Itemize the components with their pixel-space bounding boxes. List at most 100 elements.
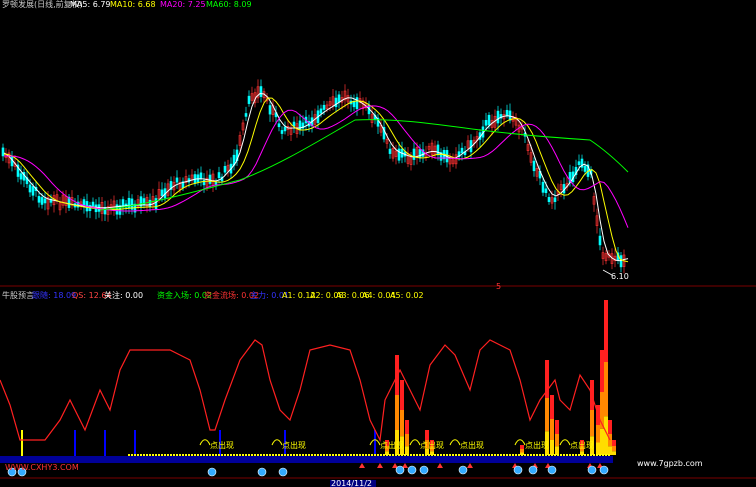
candle-body [436, 144, 440, 156]
candle-body [577, 161, 581, 166]
candle-body [244, 113, 248, 117]
candle-body [160, 189, 164, 197]
signal-bar [425, 430, 429, 440]
ma10-label: MA10: 6.68 [110, 0, 156, 9]
signal-bar [608, 434, 612, 447]
candle-body [487, 114, 491, 126]
candle-body [541, 181, 545, 193]
marker-arc [514, 439, 526, 446]
candle-body [352, 101, 356, 108]
signal-bar [520, 449, 524, 453]
candle-body [223, 165, 227, 173]
signal-bar [612, 440, 616, 446]
signal-bar [612, 451, 616, 455]
candle-body [460, 147, 464, 154]
candle-body [91, 201, 95, 206]
ma5-line [3, 92, 629, 262]
candle-body [37, 196, 41, 203]
signal-bar [555, 434, 559, 447]
signal-bar [600, 350, 604, 392]
candle-body [148, 199, 152, 207]
signal-bar [400, 410, 404, 437]
candle-body [397, 148, 401, 161]
candle-body [43, 198, 47, 204]
candle-body [598, 235, 602, 246]
moving-average-lines [3, 92, 629, 263]
signal-triangle [467, 463, 473, 468]
stock-chart: 6.10 罗顿发展(日线,前复权) MA5: 6.79 MA10: 6.68 M… [0, 0, 756, 487]
marker-label: 点出现 [525, 440, 549, 450]
indicator-header: 牛股预言 跟随: 18.09 QS: 12.64 关注: 0.00 资金入场: … [2, 290, 424, 300]
separator-mark: 5 [496, 282, 501, 291]
candle-body [292, 121, 296, 127]
indicator-a: 跟随: 18.09 [32, 290, 76, 300]
ma20-label: MA20: 7.25 [160, 0, 206, 9]
signal-bar [604, 300, 608, 362]
signal-bubble [599, 465, 609, 475]
signal-bar [604, 362, 608, 417]
candle-body [208, 174, 212, 184]
candle-body [505, 109, 509, 116]
signal-triangle [437, 463, 443, 468]
candle-body [268, 105, 272, 115]
signal-bubble [587, 465, 597, 475]
candle-body [553, 197, 557, 202]
signal-triangle [359, 463, 365, 468]
signal-bar [550, 419, 554, 440]
candle-body [322, 104, 326, 110]
signal-bar [400, 380, 404, 410]
signal-bar [608, 446, 612, 455]
signal-bar [405, 420, 409, 434]
watermark-left: WWW.CXHY3.COM [5, 463, 79, 472]
candle-body [337, 94, 341, 103]
candle-body [19, 173, 23, 180]
ma5-label: MA5: 6.79 [70, 0, 111, 9]
signal-bar [600, 428, 604, 455]
candle-body [496, 110, 500, 124]
signal-bubble [278, 467, 288, 477]
signal-triangle [377, 463, 383, 468]
signal-bar [555, 420, 559, 434]
signal-bubble [407, 465, 417, 475]
signal-bubble [257, 467, 267, 477]
watermark-right: www.7gpzb.com [637, 459, 703, 468]
candle-body [298, 120, 302, 131]
candle-body [199, 172, 203, 179]
marker-label: 点出现 [282, 440, 306, 450]
signal-bar [596, 442, 600, 455]
candle-body [1, 147, 5, 157]
candle-body [319, 108, 323, 114]
candle-body [355, 97, 359, 110]
candle-body [547, 197, 551, 203]
signal-bar [550, 395, 554, 419]
indicator-title: 牛股预言 [2, 290, 34, 300]
oscillator-line [0, 339, 611, 443]
candle-body [40, 197, 44, 205]
ma60-label: MA60: 8.09 [206, 0, 252, 9]
marker-label: 点出现 [210, 440, 234, 450]
candle-body [412, 148, 416, 160]
low-price-label: 6.10 [611, 272, 629, 281]
candle-body [544, 188, 548, 194]
signal-bubble [419, 465, 429, 475]
indicator-a5: A5: 0.02 [390, 291, 424, 300]
candle-body [259, 86, 263, 97]
marker-arc [409, 439, 421, 446]
signal-bar [405, 434, 409, 447]
signal-bar [405, 446, 409, 455]
marker-arc [559, 439, 571, 446]
signal-bubble [513, 465, 523, 475]
candle-body [142, 198, 146, 206]
signal-bar [555, 446, 559, 455]
candle-body [484, 120, 488, 126]
marker-arc [449, 439, 461, 446]
candle-body [280, 130, 284, 134]
candle-body [31, 186, 35, 196]
candlesticks [1, 79, 626, 274]
marker-arc [271, 439, 283, 446]
indicator-c: 关注: 0.00 [104, 290, 143, 300]
signal-bubble [547, 465, 557, 475]
signal-bar [520, 445, 524, 449]
date-label: 2014/11/2 [331, 479, 372, 487]
candle-body [334, 97, 338, 108]
